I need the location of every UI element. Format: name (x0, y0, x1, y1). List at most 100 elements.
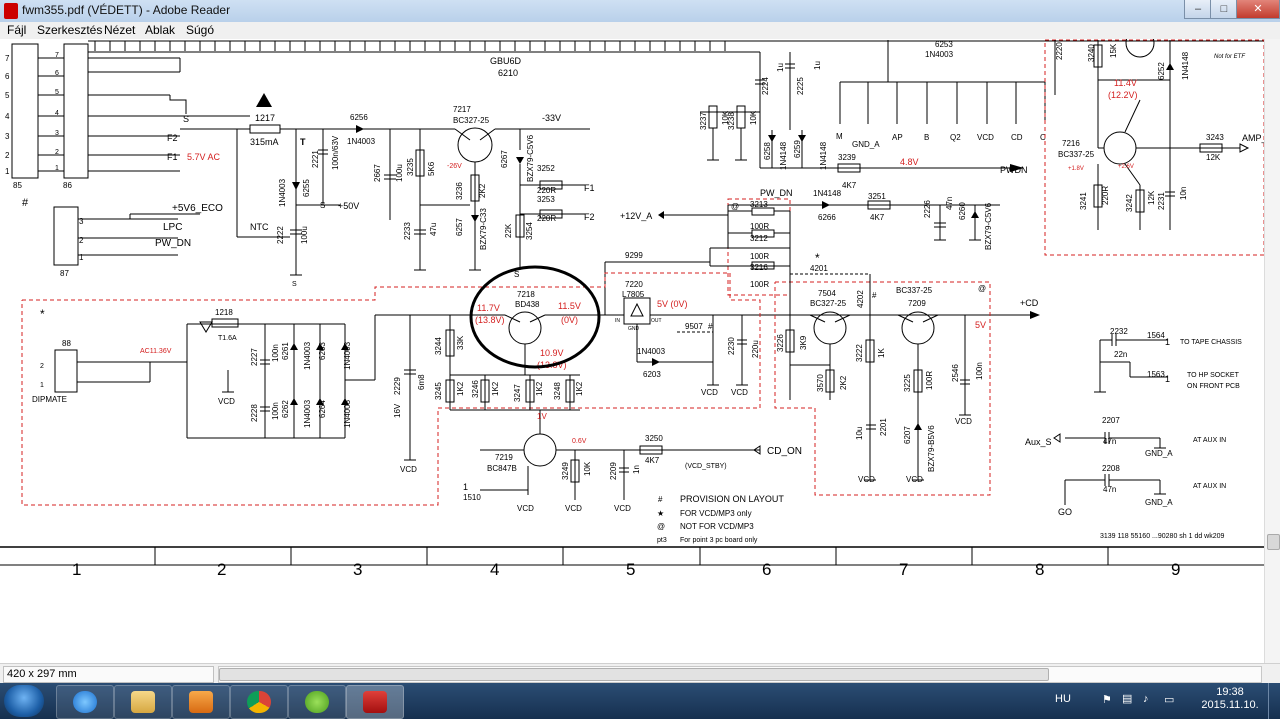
d6259-ref: 6259 (793, 140, 802, 158)
window-title: fwm355.pdf (VÉDETT) - Adobe Reader (22, 3, 231, 17)
flag-icon[interactable]: ⚑ (1102, 693, 1112, 706)
conn87-pin-1: 1 (79, 253, 84, 262)
adobe-reader-icon (4, 3, 18, 19)
c2667-value: 100u (395, 164, 404, 182)
maximize-button[interactable]: □ (1210, 0, 1238, 19)
taskbar-chrome[interactable] (230, 685, 288, 719)
r3216-ref: 3216 (750, 263, 768, 272)
r3213-value: 100R (750, 222, 769, 231)
t7218-ref: 7218 (517, 290, 535, 299)
pin-gnd-a: GND_A (852, 140, 880, 149)
c2224-value: 1u (776, 63, 785, 72)
power-icon[interactable]: ▭ (1164, 693, 1174, 706)
grid-num-6: 6 (762, 560, 771, 579)
d6263-part: 1N4003 (343, 341, 352, 370)
c2222-ref: 2222 (276, 226, 285, 244)
menu-window[interactable]: Ablak (145, 23, 175, 37)
r4202-ref: 4202 (856, 290, 865, 308)
vertical-scroll-thumb[interactable] (1267, 534, 1280, 550)
reg-gnd: GND (628, 326, 640, 332)
section-7218: 2229 6m8 16V VCD 3244 33K 3245 1K2 3246 … (375, 265, 605, 474)
c2228-value: 100n (271, 402, 280, 420)
t7504-ref: 7504 (818, 289, 836, 298)
conn-inner-6: 6 (55, 70, 59, 77)
r3225-value: 100R (925, 371, 934, 390)
horizontal-scroll-thumb[interactable] (219, 668, 1049, 681)
media-player-icon (189, 691, 213, 713)
c2225-ref: 2225 (796, 77, 805, 95)
net-pw-dn-87: PW_DN (155, 238, 191, 249)
r3246-value: 1K2 (491, 381, 500, 396)
taskbar-media-player[interactable] (172, 685, 230, 719)
r3237-ref: 3237 (699, 112, 708, 130)
d6256-part: 1N4003 (347, 137, 376, 146)
horizontal-scrollbar[interactable] (218, 666, 1262, 683)
document-viewport[interactable]: 7 6 5 4 3 2 1 7 6 5 4 3 2 1 85 86 # F2 F… (0, 39, 1264, 663)
c2208-value: 47n (1103, 485, 1116, 494)
r3250-value: 4K7 (645, 456, 660, 465)
pin1563-pin: 1 (1165, 374, 1170, 384)
v-neg26: -26V (447, 163, 462, 170)
menu-view[interactable]: Nézet (104, 23, 135, 37)
vcd-stby: (VCD_STBY) (685, 463, 727, 470)
r3242-ref: 3242 (1125, 194, 1134, 212)
grid-num-2: 2 (217, 560, 226, 579)
conn-inner-4: 4 (55, 110, 59, 117)
d6203-part: 1N4003 (637, 347, 666, 356)
d6266-part: 1N4148 (813, 189, 842, 198)
show-desktop-button[interactable] (1268, 683, 1280, 719)
taskbar-adobe-reader[interactable] (346, 685, 404, 719)
d6255-part: 1N4003 (278, 178, 287, 207)
c2207-ref: 2207 (1102, 416, 1120, 425)
input-rectifier: 1N4003 6255 2222 100u 2221 100n/63V S +5… (276, 129, 359, 288)
d6258-ref: 6258 (763, 142, 772, 160)
menu-help[interactable]: Súgó (186, 23, 214, 37)
c2231-ref: 2231 (1157, 192, 1166, 210)
z6267-part: BZX79-C5V6 (526, 134, 535, 182)
r3240-ref: 3240 (1087, 44, 1096, 62)
menu-file[interactable]: Fájl (7, 23, 26, 37)
r3239-ref: 3239 (838, 153, 856, 162)
v-12-2: (12.2V) (1108, 90, 1138, 100)
conn-pin-3: 3 (5, 132, 10, 141)
minimize-button[interactable]: – (1184, 0, 1212, 19)
close-button[interactable]: ✕ (1236, 0, 1280, 19)
z6267-ref: 6267 (500, 150, 509, 168)
taskbar-internet-explorer[interactable] (56, 685, 114, 719)
schematic-page: 7 6 5 4 3 2 1 7 6 5 4 3 2 1 85 86 # F2 F… (0, 39, 1264, 579)
r3216-value: 100R (750, 280, 769, 289)
r3244-ref: 3244 (434, 337, 443, 355)
net-f2: F2 (167, 133, 178, 143)
r3226-value: 3K9 (799, 335, 808, 350)
c2231-value: 10n (1179, 187, 1188, 200)
t7209-ref: 7209 (908, 299, 926, 308)
legend-at-text: NOT FOR VCD/MP3 (680, 522, 754, 531)
d6258-part: 1N4148 (779, 141, 788, 170)
conn-pin-5: 5 (5, 91, 10, 100)
c2229-voltage: 16V (393, 403, 402, 418)
vcd-9: VCD (906, 475, 923, 484)
pin1510-pin: 1 (463, 482, 468, 492)
v-0-6: 0.6V (572, 438, 587, 445)
r3236-ref: 3236 (455, 182, 464, 200)
volume-icon[interactable]: ♪ (1143, 693, 1149, 705)
file-explorer-icon (131, 691, 155, 713)
vertical-scrollbar[interactable] (1264, 39, 1280, 663)
net-aux-s: Aux_S (1025, 437, 1052, 447)
r3241-value: 220R (1101, 186, 1110, 205)
v-0v: (0V) (561, 315, 578, 325)
page-size-display: 420 x 297 mm (3, 666, 214, 683)
taskbar-file-explorer[interactable] (114, 685, 172, 719)
legend-pt3-text: For point 3 pc board only (680, 537, 758, 544)
v-13-8-a: (13.8V) (475, 315, 505, 325)
section-aux: 2232 22n 1564 1 TO TAPE CHASSIS 1563 1 T… (1025, 327, 1242, 540)
taskbar-clock[interactable]: 19:38 2015.11.10. (1200, 686, 1260, 712)
language-indicator[interactable]: HU (1055, 693, 1071, 705)
network-icon[interactable]: ▤ (1122, 692, 1132, 705)
taskbar-utorrent[interactable] (288, 685, 346, 719)
hash-4202: # (872, 291, 877, 300)
r3239-value: 4K7 (842, 181, 857, 190)
grid-num-9: 9 (1171, 560, 1180, 579)
start-button[interactable] (4, 685, 44, 717)
menu-edit[interactable]: Szerkesztés (37, 23, 102, 37)
